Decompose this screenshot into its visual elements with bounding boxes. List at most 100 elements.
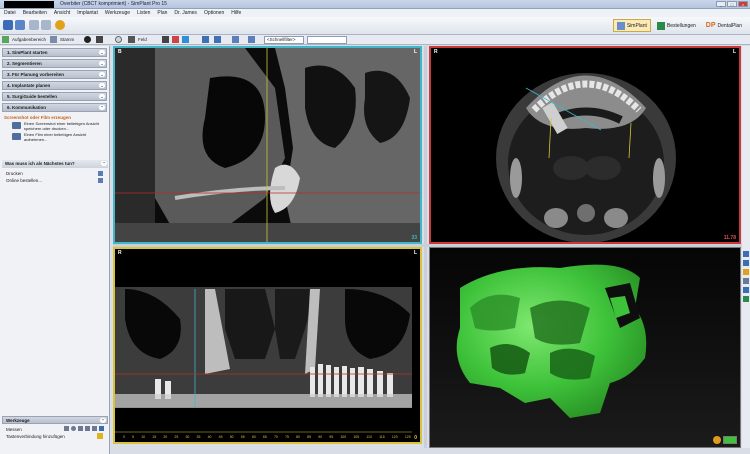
orientation-right-label: L bbox=[732, 49, 736, 55]
annotation-icon[interactable] bbox=[248, 36, 255, 43]
measure-tool[interactable]: Messen bbox=[6, 427, 22, 432]
ruler-tick: 50 bbox=[229, 435, 234, 439]
step-6-label: 6. Kommunikation bbox=[7, 105, 47, 110]
window-level-icon[interactable] bbox=[96, 36, 103, 43]
pan-icon[interactable] bbox=[128, 36, 135, 43]
movie-item[interactable]: Einen Film einer beliebigen Ansicht aufn… bbox=[12, 132, 109, 142]
task-area-icon[interactable] bbox=[2, 36, 9, 43]
order-online-link[interactable]: Online bestellen... bbox=[6, 178, 42, 183]
step-5-label: 5. SurgiGuide bestellen bbox=[7, 94, 58, 99]
redo-icon[interactable] bbox=[41, 20, 51, 30]
zoom-icon[interactable] bbox=[162, 36, 169, 43]
maximize-button[interactable]: □ bbox=[727, 1, 737, 7]
stamp-icon[interactable] bbox=[50, 36, 57, 43]
menu-listen[interactable]: Listen bbox=[137, 10, 150, 16]
3d-model-view[interactable] bbox=[429, 247, 741, 448]
ruler-tick: 90 bbox=[318, 435, 323, 439]
help-icon[interactable] bbox=[55, 20, 65, 30]
next-step-header[interactable]: Was muss ich als Nächstes tun? ⌃ bbox=[2, 160, 108, 168]
measure-icon[interactable] bbox=[232, 36, 239, 43]
menu-dr-james[interactable]: Dr. James bbox=[174, 10, 197, 16]
tab-dentalplan[interactable]: DP DentalPlan bbox=[702, 19, 746, 32]
ruler-tick: 30 bbox=[185, 435, 190, 439]
step-simplant-starten[interactable]: 1. SimPlant starten ⌄ bbox=[2, 48, 107, 57]
tab-simplant[interactable]: SimPlant bbox=[612, 19, 651, 32]
chevron-up-icon: ⌃ bbox=[100, 418, 106, 423]
step-implantate-planen[interactable]: 4. Implantate planen ⌄ bbox=[2, 81, 107, 90]
reset-zoom-icon[interactable] bbox=[182, 36, 189, 43]
vertical-splitter[interactable] bbox=[424, 46, 427, 448]
rotate-view-icon[interactable] bbox=[743, 287, 749, 293]
layout-icon[interactable] bbox=[202, 36, 209, 43]
step-1-label: 1. SimPlant starten bbox=[7, 50, 48, 55]
task-area-button[interactable]: Aufgabenbereich bbox=[10, 36, 48, 44]
ruler-tick: 110 bbox=[366, 435, 372, 439]
layer-icon[interactable] bbox=[743, 251, 749, 257]
text-tool-icon[interactable] bbox=[92, 426, 97, 431]
menu-implantat[interactable]: Implantat bbox=[77, 10, 98, 16]
menu-ansicht[interactable]: Ansicht bbox=[54, 10, 70, 16]
field-button[interactable]: Feld bbox=[136, 36, 149, 44]
new-file-icon[interactable] bbox=[3, 20, 13, 30]
redacted-block bbox=[4, 1, 54, 8]
step-planung-vorbereiten[interactable]: 3. Für Planung vorbereiten ⌄ bbox=[2, 70, 107, 79]
step-segmentieren[interactable]: 2. Segmentieren ⌄ bbox=[2, 59, 107, 68]
menu-datei[interactable]: Datei bbox=[4, 10, 16, 16]
ruler-tick: 100 bbox=[340, 435, 347, 439]
clip-icon[interactable] bbox=[743, 278, 749, 284]
visibility-icon[interactable] bbox=[743, 260, 749, 266]
step-kommunikation[interactable]: 6. Kommunikation ⌃ bbox=[2, 103, 107, 112]
menu-bearbeiten[interactable]: Bearbeiten bbox=[23, 10, 47, 16]
menu-hilfe[interactable]: Hilfe bbox=[231, 10, 241, 16]
screenshot-item[interactable]: Einen Screenshot einer beliebigen Ansich… bbox=[12, 121, 109, 131]
chevron-up-icon: ⌃ bbox=[99, 105, 105, 110]
menu-plan[interactable]: Plan bbox=[157, 10, 167, 16]
tools-title: Werkzeuge bbox=[6, 418, 30, 423]
shortcut-icon[interactable] bbox=[97, 433, 103, 439]
dentalplan-logo-icon: DP bbox=[705, 22, 716, 29]
layout-2-icon[interactable] bbox=[214, 36, 221, 43]
color-icon[interactable] bbox=[743, 269, 749, 275]
quick-filter-select[interactable]: <Schnellfilter> bbox=[264, 36, 304, 44]
tab-bestellungen[interactable]: Bestellungen bbox=[653, 19, 700, 32]
step-surgiguide-bestellen[interactable]: 5. SurgiGuide bestellen ⌄ bbox=[2, 92, 107, 101]
secondary-filter-select[interactable] bbox=[307, 36, 347, 44]
ruler-icon[interactable] bbox=[64, 426, 69, 431]
order-icon[interactable] bbox=[98, 178, 103, 183]
ruler-tick: 55 bbox=[240, 435, 245, 439]
tab-bestellungen-label: Bestellungen bbox=[666, 22, 696, 29]
3d-skull-model bbox=[430, 248, 740, 447]
view-toolbar: Aufgabenbereich Stamm Feld <Schnellfilte… bbox=[0, 35, 750, 45]
zoom-out-icon[interactable] bbox=[172, 36, 179, 43]
contrast-icon[interactable] bbox=[84, 36, 91, 43]
chevron-down-icon: ⌄ bbox=[99, 50, 105, 55]
screenshot-icon bbox=[12, 122, 21, 129]
circle-tool-icon[interactable] bbox=[71, 426, 76, 431]
reset-view-icon[interactable] bbox=[743, 296, 749, 302]
stamp-button[interactable]: Stamm bbox=[58, 36, 76, 44]
ruler-tick: 5 bbox=[132, 435, 135, 439]
sagittal-view[interactable]: B L 33 bbox=[113, 46, 422, 244]
axial-view[interactable]: R L 11.78 bbox=[429, 46, 741, 244]
model-thumbnail-icon[interactable] bbox=[723, 436, 737, 444]
panoramic-view[interactable]: 0 5 10 15 20 25 30 35 40 45 50 55 60 65 … bbox=[113, 247, 422, 444]
menu-werkzeuge[interactable]: Werkzeuge bbox=[105, 10, 130, 16]
select-tool-icon[interactable] bbox=[99, 426, 104, 431]
angle-icon[interactable] bbox=[78, 426, 83, 431]
menu-optionen[interactable]: Optionen bbox=[204, 10, 224, 16]
pen-icon[interactable] bbox=[85, 426, 90, 431]
save-icon[interactable] bbox=[15, 20, 25, 30]
render-mode-icon[interactable] bbox=[713, 436, 721, 444]
tools-header[interactable]: Werkzeuge ⌃ bbox=[2, 416, 108, 424]
undo-icon[interactable] bbox=[29, 20, 39, 30]
rotate-icon[interactable] bbox=[115, 36, 122, 43]
next-step-label: Was muss ich als Nächstes tun? bbox=[5, 161, 75, 166]
print-icon[interactable] bbox=[98, 171, 103, 176]
chevron-down-icon: ⌄ bbox=[99, 94, 105, 99]
tab-simplant-label: SimPlant bbox=[626, 22, 647, 29]
add-shortcut-tool[interactable]: Tastenverbindung hinzufügen bbox=[6, 434, 65, 439]
minimize-button[interactable]: _ bbox=[716, 1, 726, 7]
print-link[interactable]: Drucken bbox=[6, 171, 23, 176]
ruler-tick: 10 bbox=[141, 435, 146, 439]
close-button[interactable]: × bbox=[738, 1, 748, 7]
